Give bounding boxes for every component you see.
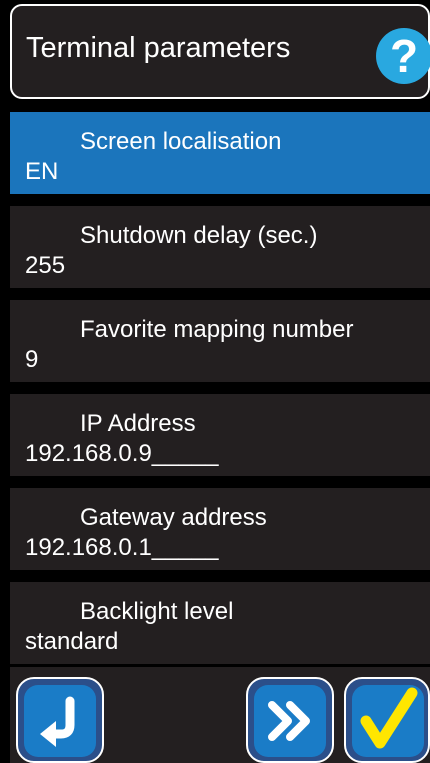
page-title: Terminal parameters xyxy=(26,32,291,64)
title-bar: Terminal parameters ? xyxy=(10,4,430,99)
back-button[interactable] xyxy=(16,677,104,763)
checkmark-icon xyxy=(360,687,418,749)
param-label: Shutdown delay (sec.) xyxy=(80,222,318,249)
param-label: Favorite mapping number xyxy=(80,316,354,343)
param-label: IP Address xyxy=(80,410,196,437)
confirm-button[interactable] xyxy=(344,677,430,763)
help-button[interactable]: ? xyxy=(376,28,430,84)
param-value: 192.168.0.1_____ xyxy=(25,534,219,561)
param-value: EN xyxy=(25,158,59,185)
param-value: 255 xyxy=(25,252,66,279)
param-value: 9 xyxy=(25,346,39,373)
return-arrow-icon xyxy=(40,696,75,747)
param-row-gateway-address[interactable]: Gateway address 192.168.0.1_____ xyxy=(10,488,430,570)
param-row-shutdown-delay[interactable]: Shutdown delay (sec.) 255 xyxy=(10,206,430,288)
param-row-favorite-mapping[interactable]: Favorite mapping number 9 xyxy=(10,300,430,382)
param-row-backlight-level[interactable]: Backlight level standard xyxy=(10,582,430,664)
help-icon: ? xyxy=(389,30,419,82)
param-row-screen-localisation[interactable]: Screen localisation EN xyxy=(10,112,430,194)
param-label: Gateway address xyxy=(80,504,267,531)
param-row-ip-address[interactable]: IP Address 192.168.0.9_____ xyxy=(10,394,430,476)
next-button[interactable] xyxy=(246,677,334,763)
param-value: 192.168.0.9_____ xyxy=(25,440,219,467)
param-label: Screen localisation xyxy=(80,128,282,155)
double-chevron-right-icon xyxy=(268,701,310,741)
param-value: standard xyxy=(25,628,119,655)
param-label: Backlight level xyxy=(80,598,234,625)
